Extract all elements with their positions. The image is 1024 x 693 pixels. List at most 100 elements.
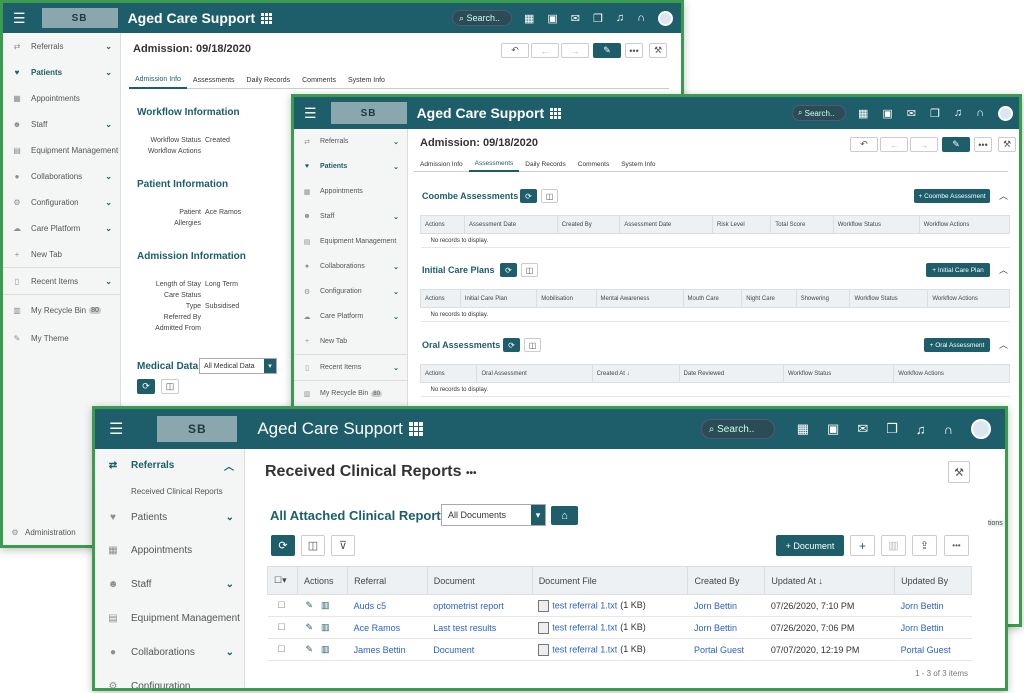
column-header[interactable]: Mouth Care [682, 289, 743, 308]
row-checkbox[interactable]: ☐ [267, 616, 298, 639]
sidebar-item-collaborations[interactable]: ● Collaborations ⌄ [294, 254, 407, 279]
column-header[interactable]: Workflow Actions [918, 215, 1011, 234]
trash-icon[interactable]: ▥ [321, 622, 330, 632]
column-header[interactable]: Document [426, 566, 533, 595]
more-icon[interactable]: ••• [466, 468, 477, 479]
tab-comments[interactable]: Comments [572, 161, 615, 168]
column-header[interactable]: Updated At ↓ [764, 566, 896, 595]
column-header[interactable]: Assessment Date [464, 215, 558, 234]
sidebar-item-equipment[interactable]: ▤ Equipment Management [3, 137, 120, 163]
column-header[interactable]: Workflow Status [849, 289, 929, 308]
medical-data-select[interactable]: All Medical Data ▾ [199, 358, 277, 374]
column-header[interactable]: Night Care [741, 289, 797, 308]
column-header[interactable]: Actions [419, 364, 478, 383]
chevron-up-icon[interactable]: ︿ [999, 338, 1008, 351]
add-button[interactable]: + [850, 535, 875, 556]
prev-button[interactable]: ← [531, 43, 559, 58]
sidebar-item-recent-items[interactable]: ▯ Recent Items ⌄ [3, 268, 120, 294]
select-all-checkbox[interactable]: ☐▾ [267, 566, 298, 595]
table-row[interactable]: ☐ ✎ ▥ Auds c5 optometrist report test referra… [267, 594, 972, 617]
column-header[interactable]: Total Score [770, 215, 834, 234]
tab-assessments[interactable]: Assessments [468, 157, 520, 172]
sidebar-item-collaborations[interactable]: ● Collaborations ⌄ [3, 163, 120, 189]
refresh-button[interactable]: ⟳ [503, 338, 520, 352]
column-header[interactable]: Document File [531, 566, 689, 595]
contact-card-icon[interactable]: ▣ [827, 421, 839, 437]
sidebar-item-care-platform[interactable]: ☁ Care Platform ⌄ [294, 304, 407, 329]
sidebar-item-referrals[interactable]: ⇄ Referrals ⌄ [294, 129, 407, 154]
edit-icon[interactable]: ✎ [306, 644, 314, 654]
apps-grid-icon[interactable] [550, 107, 562, 119]
column-header[interactable]: Showering [795, 289, 851, 308]
home-button[interactable]: ⌂ [551, 506, 578, 525]
referral-link[interactable]: Auds c5 [347, 594, 428, 617]
mail-icon[interactable]: ✉ [907, 107, 916, 120]
table-row[interactable]: ☐ ✎ ▥ James Bettin Document test referral 1.t… [267, 638, 972, 661]
column-header[interactable]: Initial Care Plan [459, 289, 538, 308]
column-header[interactable]: Actions [296, 566, 349, 595]
chat-icon[interactable]: ❐ [593, 12, 603, 25]
edit-button[interactable]: ✎ [942, 137, 970, 152]
sidebar-subitem-received-reports[interactable]: Received Clinical Reports [95, 481, 244, 501]
refresh-button[interactable]: ⟳ [520, 189, 537, 203]
menu-icon[interactable]: ☰ [13, 10, 26, 27]
sidebar-item-staff[interactable]: ☻ Staff ⌄ [294, 204, 407, 229]
sidebar-item-recycle-bin[interactable]: ▥ My Recycle Bin 80 [3, 295, 120, 325]
sidebar-item-recycle-bin[interactable]: ▥ My Recycle Bin 80 [294, 381, 407, 406]
sidebar-item-appointments[interactable]: ▦ Appointments [3, 85, 120, 111]
wrench-icon[interactable]: ⚒ [998, 137, 1016, 152]
referral-link[interactable]: Ace Ramos [347, 616, 428, 639]
apps-grid-icon[interactable] [261, 12, 273, 24]
document-link[interactable]: Last test results [427, 616, 533, 639]
sidebar-item-new-tab[interactable]: + New Tab [294, 329, 407, 354]
updated-by-link[interactable]: Jorn Bettin [894, 616, 972, 639]
mail-icon[interactable]: ✉ [857, 421, 868, 437]
tab-system-info[interactable]: System Info [615, 161, 661, 168]
filter-button[interactable]: ⊽ [331, 535, 355, 556]
created-by-link[interactable]: Portal Guest [687, 638, 765, 661]
calendar-icon[interactable]: ▦ [524, 12, 534, 25]
trash-icon[interactable]: ▥ [321, 644, 330, 654]
sidebar-item-referrals[interactable]: ⇄ Referrals ⌄ [3, 33, 120, 59]
tab-admission-info[interactable]: Admission Info [129, 73, 187, 89]
sidebar-item-administration[interactable]: ⚙ Administration [3, 525, 75, 539]
table-row[interactable]: ☐ ✎ ▥ Ace Ramos Last test results test referr… [267, 616, 972, 639]
edit-icon[interactable]: ✎ [306, 622, 314, 632]
columns-button[interactable]: ◫ [541, 189, 558, 203]
calendar-icon[interactable]: ▦ [858, 107, 868, 120]
tab-daily-records[interactable]: Daily Records [241, 77, 297, 84]
menu-icon[interactable]: ☰ [109, 419, 123, 439]
sidebar-item-my-theme[interactable]: ✎ My Theme [3, 325, 120, 351]
search-input[interactable]: ⌕ Search.. [451, 10, 512, 26]
column-header[interactable]: Actions [419, 215, 466, 234]
contact-card-icon[interactable]: ▣ [547, 12, 557, 25]
file-link[interactable]: test referral 1.txt [552, 600, 617, 610]
sidebar-item-staff[interactable]: ☻ Staff ⌄ [95, 567, 244, 601]
wrench-icon[interactable]: ⚒ [948, 461, 970, 483]
prev-button[interactable]: ← [880, 137, 908, 152]
avatar[interactable] [971, 419, 991, 439]
column-header[interactable]: Referral [347, 566, 428, 595]
created-by-link[interactable]: Jorn Bettin [687, 594, 765, 617]
columns-button[interactable]: ◫ [524, 338, 541, 352]
bell-icon[interactable]: ♫ [954, 107, 962, 119]
columns-button[interactable]: ◫ [161, 379, 179, 394]
column-header[interactable]: Date Reviewed [678, 364, 784, 383]
sidebar-item-configuration[interactable]: ⚙ Configuration ⌄ [3, 189, 120, 215]
columns-button[interactable]: ◫ [521, 263, 538, 277]
wrench-icon[interactable]: ⚒ [649, 43, 667, 58]
refresh-button[interactable]: ⟳ [137, 379, 155, 394]
updated-by-link[interactable]: Portal Guest [894, 638, 972, 661]
documents-select[interactable]: All Documents ▾ [441, 504, 546, 526]
columns-button[interactable]: ◫ [301, 535, 325, 556]
edit-icon[interactable]: ✎ [306, 600, 314, 610]
search-input[interactable]: ⌕ Search.. [791, 105, 846, 121]
avatar[interactable] [998, 105, 1013, 121]
row-checkbox[interactable]: ☐ [267, 594, 298, 617]
sidebar-item-appointments[interactable]: ▦ Appointments [95, 533, 244, 567]
column-header[interactable]: Risk Level [712, 215, 772, 234]
edit-button[interactable]: ✎ [593, 43, 621, 58]
sidebar-item-configuration[interactable]: ⚙ Configuration ⌄ [294, 279, 407, 304]
sidebar-item-collaborations[interactable]: ● Collaborations ⌄ [95, 635, 244, 669]
next-button[interactable]: → [910, 137, 938, 152]
